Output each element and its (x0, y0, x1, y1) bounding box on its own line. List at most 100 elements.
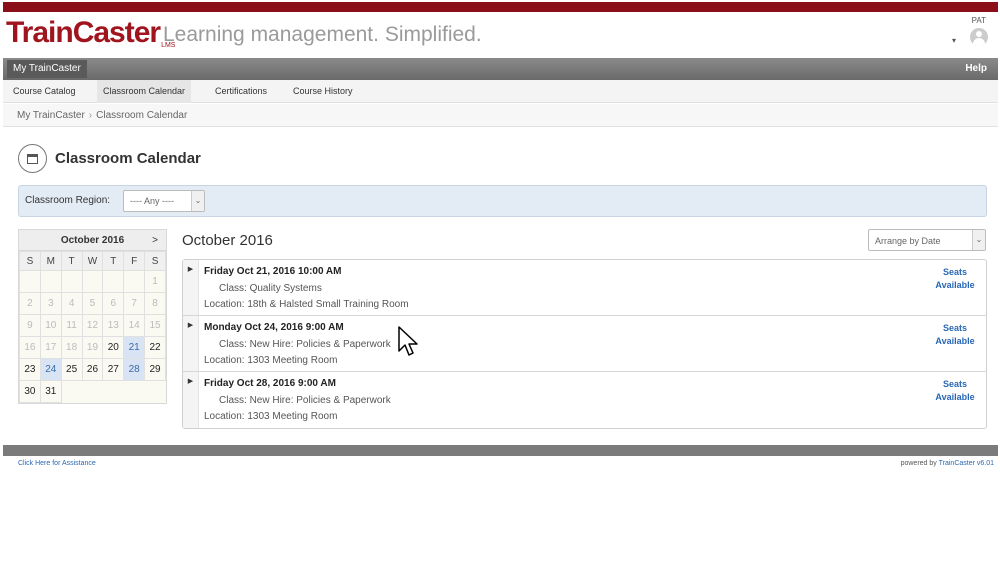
day-cell[interactable]: 8 (144, 292, 166, 315)
day-cell[interactable]: 9 (19, 314, 41, 337)
tab-certifications[interactable]: Certifications (209, 80, 273, 103)
event-class: Class: New Hire: Policies & Paperwork (204, 339, 391, 350)
day-cell (60, 270, 83, 293)
day-cell-event[interactable]: 28 (123, 358, 146, 381)
day-cell[interactable]: 17 (39, 336, 62, 359)
day-cell[interactable]: 11 (60, 314, 83, 337)
my-traincaster-button[interactable]: My TrainCaster (7, 60, 87, 78)
next-month-button[interactable]: > (152, 230, 158, 251)
day-cell (81, 270, 104, 293)
day-cell[interactable]: 25 (60, 358, 83, 381)
day-cell[interactable]: 20 (102, 336, 125, 359)
arrange-by-select[interactable]: Arrange by Date ⌄ (868, 229, 986, 251)
breadcrumb-root[interactable]: My TrainCaster (17, 110, 85, 121)
day-cell[interactable]: 15 (144, 314, 166, 337)
tagline: Learning management. Simplified. (163, 23, 482, 46)
event-location-name: 1303 Meeting Room (247, 411, 338, 422)
day-cell[interactable]: 18 (60, 336, 83, 359)
footer-bar (3, 445, 998, 456)
help-button[interactable]: Help (960, 60, 992, 78)
region-label: Classroom Region: (25, 195, 111, 206)
event-date: Monday Oct 24, 2016 9:00 AM (204, 322, 344, 333)
event-class-label: Class: (219, 339, 247, 350)
day-cell (124, 381, 145, 403)
breadcrumb: My TrainCaster › Classroom Calendar (3, 104, 998, 127)
tab-course-history[interactable]: Course History (287, 80, 359, 103)
day-cell (19, 270, 41, 293)
event-row: ▶ Friday Oct 28, 2016 9:00 AM Class: New… (183, 372, 986, 428)
seats-line1: Seats (942, 323, 968, 333)
assistance-link[interactable]: Click Here for Assistance (18, 460, 96, 467)
tab-course-catalog[interactable]: Course Catalog (7, 80, 82, 103)
day-cell[interactable]: 27 (102, 358, 125, 381)
avatar-icon[interactable] (970, 28, 988, 46)
dow-cell: M (39, 251, 62, 271)
tab-classroom-calendar[interactable]: Classroom Calendar (97, 80, 192, 103)
day-cell[interactable]: 13 (102, 314, 125, 337)
day-cell (102, 270, 125, 293)
day-cell[interactable]: 3 (39, 292, 62, 315)
day-cell[interactable]: 10 (39, 314, 62, 337)
expand-icon[interactable]: ▶ (183, 260, 199, 315)
expand-icon[interactable]: ▶ (183, 316, 199, 371)
dow-cell: F (123, 251, 146, 271)
seats-available-link[interactable]: Seats Available (930, 322, 980, 348)
day-cell[interactable]: 1 (144, 270, 166, 293)
seats-available-link[interactable]: Seats Available (930, 378, 980, 404)
day-cell-event[interactable]: 24 (39, 358, 62, 381)
seats-available-link[interactable]: Seats Available (930, 266, 980, 292)
mini-calendar-grid: S M T W T F S 1 2 3 4 5 6 7 8 9 10 11 12… (19, 251, 166, 403)
day-cell[interactable]: 12 (81, 314, 104, 337)
powered-by-brand-link[interactable]: TrainCaster v6.01 (939, 460, 994, 467)
day-cell[interactable]: 5 (81, 292, 104, 315)
event-date: Friday Oct 28, 2016 9:00 AM (204, 378, 336, 389)
day-cell (39, 270, 62, 293)
user-menu[interactable]: PAT ▾ (952, 16, 988, 50)
app-header: TrainCasterLMS Learning management. Simp… (3, 12, 998, 54)
day-cell[interactable]: 4 (60, 292, 83, 315)
expand-icon[interactable]: ▶ (183, 372, 199, 428)
day-cell (61, 381, 82, 403)
dow-cell: T (102, 251, 125, 271)
day-cell (145, 381, 166, 403)
day-cell[interactable]: 14 (123, 314, 146, 337)
day-cell[interactable]: 30 (19, 380, 41, 403)
seats-line2: Available (935, 336, 975, 346)
mouse-cursor-icon (398, 326, 418, 356)
day-cell[interactable]: 23 (19, 358, 41, 381)
day-cell[interactable]: 7 (123, 292, 146, 315)
event-location: Location: 1303 Meeting Room (204, 355, 337, 366)
event-class-label: Class: (219, 283, 247, 294)
day-cell[interactable]: 2 (19, 292, 41, 315)
top-stripe (3, 2, 998, 12)
day-cell (82, 381, 103, 403)
event-class: Class: New Hire: Policies & Paperwork (204, 395, 391, 406)
mini-calendar: October 2016 > S M T W T F S 1 2 3 4 5 6 (18, 229, 167, 404)
traincaster-logo[interactable]: TrainCasterLMS (6, 17, 175, 50)
chevron-down-icon[interactable]: ▾ (952, 36, 956, 45)
powered-by: powered by TrainCaster v6.01 (901, 460, 994, 467)
day-cell-event[interactable]: 21 (123, 336, 146, 359)
dow-cell: W (81, 251, 104, 271)
event-class-name: Quality Systems (249, 283, 322, 294)
day-cell[interactable]: 6 (102, 292, 125, 315)
arrange-by-value: Arrange by Date (875, 236, 941, 246)
month-title: October 2016 (182, 232, 273, 249)
event-location-label: Location: (204, 355, 245, 366)
dow-cell: S (144, 251, 166, 271)
region-select[interactable]: ---- Any ---- ⌄ (123, 190, 205, 212)
sub-nav: Course Catalog Classroom Calendar Certif… (3, 80, 998, 103)
main-nav-bar: My TrainCaster Help (3, 58, 998, 80)
day-cell[interactable]: 26 (81, 358, 104, 381)
day-cell[interactable]: 31 (39, 380, 62, 403)
day-cell[interactable]: 22 (144, 336, 166, 359)
region-select-value: ---- Any ---- (130, 196, 174, 206)
day-cell[interactable]: 29 (144, 358, 166, 381)
breadcrumb-current: Classroom Calendar (96, 110, 188, 121)
day-cell[interactable]: 16 (19, 336, 41, 359)
event-location-name: 18th & Halsted Small Training Room (247, 299, 409, 310)
seats-line1: Seats (942, 267, 968, 277)
seats-line1: Seats (942, 379, 968, 389)
event-location-label: Location: (204, 411, 245, 422)
day-cell[interactable]: 19 (81, 336, 104, 359)
